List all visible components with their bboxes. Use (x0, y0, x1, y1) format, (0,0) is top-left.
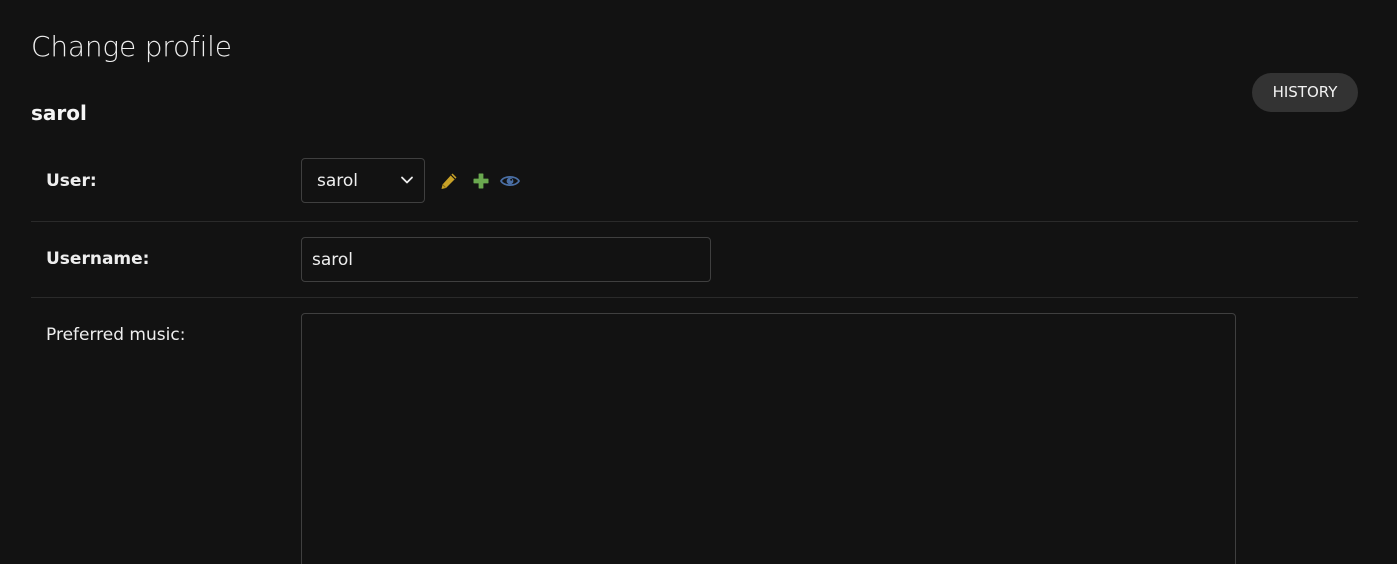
pencil-icon[interactable] (439, 171, 459, 191)
plus-icon[interactable] (471, 171, 491, 191)
field-row-username: Username: sarol (31, 222, 1358, 298)
eye-icon[interactable] (500, 171, 520, 191)
username-label: Username: (46, 249, 150, 269)
user-select[interactable]: sarol (301, 158, 425, 203)
chevron-down-icon (401, 176, 413, 184)
history-button[interactable]: HISTORY (1252, 73, 1358, 112)
user-select-value: sarol (317, 171, 359, 191)
username-input[interactable]: sarol (301, 237, 711, 282)
object-name: sarol (31, 101, 87, 125)
preferred-music-label: Preferred music: (46, 325, 186, 345)
user-label: User: (46, 171, 97, 191)
field-row-user: User: sarol (31, 146, 1358, 222)
change-profile-page: Change profile HISTORY sarol User: sarol (0, 0, 1397, 564)
username-input-value: sarol (312, 250, 354, 270)
field-row-preferred-music: Preferred music: (31, 298, 1358, 564)
page-title: Change profile (31, 30, 232, 63)
preferred-music-textarea[interactable] (301, 313, 1236, 564)
